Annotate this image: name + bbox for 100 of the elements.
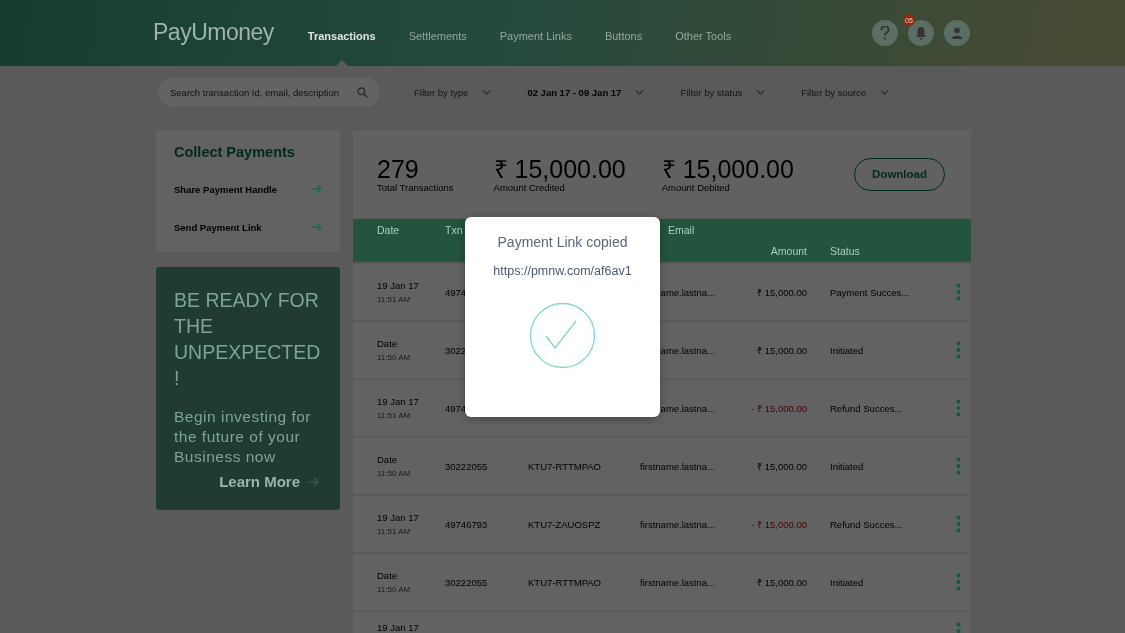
modal-title: Payment Link copied [497,234,628,250]
table-cell-text: ₹ 15,000.00 [756,343,807,357]
chevron-down-icon [756,89,766,95]
chevron-down-icon [482,89,492,95]
table-cell-text: ₹ 15,000.00 [756,285,807,299]
table-cell-text: ₹ 15,000.00 [756,575,807,589]
chevron-down-icon [880,89,890,95]
stat-value: ₹ 15,000.00 [661,155,794,182]
column-header: Date [377,223,401,236]
filter-dropdown[interactable]: 02 Jan 17 - 09 Jan 17 [527,86,645,98]
arrow-right-icon [311,221,322,233]
table-cell-text: 30222055 [445,460,489,472]
promo-heading: BE READY FOR THE UNPEXPECTED ! [174,288,322,391]
table-cell-text: 11:50 AM [377,469,412,478]
dropdown-label: Filter by source [801,86,867,98]
copied-link[interactable]: https://pmnw.com/af6av1 [493,264,632,278]
table-cell-text: - ₹ 15,000.00 [750,517,807,531]
logo: PayUmoney [153,18,274,46]
check-circle-icon [529,302,596,369]
table-cell-text: 4974 [445,286,468,298]
table-cell-text: 11:51 AM [377,527,412,536]
collect-option[interactable]: Send Payment Link [174,208,322,246]
table-cell-text: Payment Succes... [830,286,911,298]
search-icon[interactable] [357,87,368,98]
stat-value: 279 [377,155,420,182]
table-cell-text: 49746793 [445,518,489,530]
dropdown-label: Filter by type [414,86,469,98]
filter-dropdown[interactable]: Filter by source [801,86,890,98]
table-cell-text: 19 Jan 17 [377,396,420,407]
table-cell-text: 19 Jan 17 [377,280,420,291]
option-label: Share Payment Handle [174,183,277,195]
kebab-menu-icon[interactable] [956,283,961,301]
nav-tab[interactable]: Buttons [604,0,643,66]
column-header: Status [830,245,861,258]
table-cell-text: - ₹ 15,000.00 [750,401,807,415]
table-cell-text: Date [377,338,399,349]
kebab-menu-icon[interactable] [956,457,961,475]
chevron-down-icon [635,89,645,95]
nav-tab[interactable]: Other Tools [675,0,732,66]
table-cell-text: firstname.lastna... [639,576,715,588]
column-header: Txn [445,223,464,236]
profile-button[interactable] [944,20,970,46]
option-label: Send Payment Link [174,221,262,233]
table-cell-text: 19 Jan 17 [377,622,420,633]
table-row[interactable]: Date 11:50 AM 30222055 KTU7-RTTMPAO firstname.lastna... ₹ 15,000.00 Initiated [353,438,971,494]
help-icon [880,26,890,40]
table-cell-text: 19 Jan 17 [377,512,420,523]
collect-option[interactable]: Share Payment Handle [174,170,322,208]
stat-label: Total Transactions [377,181,454,193]
kebab-menu-icon[interactable] [956,399,961,417]
table-cell-text: 11:51 AM [377,411,412,420]
table-cell-text: firstname.lastna... [639,460,715,472]
table-cell-text: ame.lastna... [659,344,715,356]
promo-text: Begin investing for the future of your Business now [174,407,313,467]
arrow-right-icon [311,183,322,195]
kebab-menu-icon[interactable] [956,341,961,359]
table-row[interactable]: 19 Jan 17 [353,612,971,633]
table-row[interactable]: 19 Jan 17 11:51 AM 49746793 KTU7-ZAUOSPZ firstname.lastna... - ₹ 15,000.00 Refund Succes... [353,496,971,552]
arrow-right-icon [308,475,320,488]
table-cell-text: ame.lastna... [659,402,715,414]
help-button[interactable] [872,20,898,46]
learn-more-link[interactable]: Learn More [219,473,322,490]
table-cell-text: Date [377,454,399,465]
user-icon [951,27,963,39]
bell-icon [915,26,927,40]
table-cell-text: firstname.lastna... [639,518,715,530]
search-field[interactable]: Search transaction Id, email, description [158,77,380,107]
table-cell-text: Refund Succes... [830,518,904,530]
table-cell-text: ame.lastna... [659,286,715,298]
table-cell-text: ₹ 15,000.00 [756,459,807,473]
dropdown-label: Filter by status [680,86,743,98]
table-cell-text: Refund Succes... [830,402,904,414]
kebab-menu-icon[interactable] [956,573,961,591]
table-cell-text: Date [377,570,399,581]
kebab-menu-icon[interactable] [956,515,961,533]
column-header: Email [667,223,696,236]
stat-label: Amount Credited [493,181,565,193]
table-cell-text: 11:51 AM [377,295,412,304]
table-cell-text: 11:50 AM [377,585,412,594]
filter-dropdown[interactable]: Filter by status [680,86,766,98]
table-cell-text: KTU7-RTTMPAO [528,460,602,472]
nav-tab[interactable]: Payment Links [499,0,572,66]
table-row[interactable]: Date 11:50 AM 30222055 KTU7-RTTMPAO firstname.lastna... ₹ 15,000.00 Initiated [353,554,971,610]
stat-label: Amount Debited [661,181,730,193]
stat-value: ₹ 15,000.00 [493,155,626,182]
table-cell-text: KTU7-ZAUOSPZ [528,518,602,530]
nav-tab[interactable]: Settlements [408,0,467,66]
table-cell-text: 30222055 [445,576,489,588]
dropdown-label: 02 Jan 17 - 09 Jan 17 [527,86,622,98]
table-cell-text: Initiated [830,344,865,356]
nav-tab[interactable]: Transactions [307,0,376,66]
table-cell-text: Initiated [830,460,865,472]
table-cell-text: 3022 [445,344,468,356]
table-cell-text: Initiated [830,576,865,588]
table-cell-text: KTU7-RTTMPAO [528,576,602,588]
table-cell-text: 11:50 AM [377,353,412,362]
column-header: Amount [769,245,807,258]
table-cell-text: 4974 [445,402,468,414]
filter-dropdown[interactable]: Filter by type [414,86,492,98]
card-title: Collect Payments [174,144,296,160]
